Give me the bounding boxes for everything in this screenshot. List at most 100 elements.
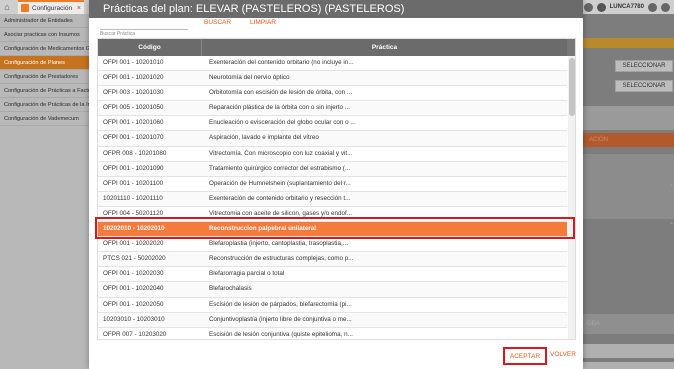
background-field <box>583 362 674 369</box>
cell-codigo: 10201110 - 10201110 <box>103 194 163 202</box>
cell-practica: Exenteración del contenido orbitario (no… <box>209 59 354 66</box>
table-row[interactable]: OFPI 001 - 10202040 Blefarochalasis <box>98 282 567 298</box>
sidebar-item[interactable]: Configuración de Prestadores <box>0 70 96 84</box>
cell-practica: Exenteración de contenido orbitario y re… <box>209 194 351 202</box>
column-header-codigo[interactable]: Código <box>98 39 202 56</box>
cell-practica: Escisión de lesión conjuntiva (quiste ep… <box>209 330 353 338</box>
sidebar: Administrador de Entidades Asociar practi… <box>0 14 96 369</box>
select-button-2[interactable]: SELECCIONAR <box>615 80 673 92</box>
cell-practica: Vitrectomia con aceite de silicon, gases… <box>209 209 353 217</box>
cell-codigo: OFPI 001 - 10202020 <box>103 240 164 248</box>
table-header: Código Práctica <box>98 39 575 56</box>
table-row[interactable]: OFPR 007 - 10203020 Escisión de lesión co… <box>98 327 567 339</box>
search-label: Buscar Práctica <box>100 31 136 37</box>
select-button-1[interactable]: SELECCIONAR <box>615 60 673 72</box>
sidebar-item[interactable]: Administrador de Entidades <box>0 14 96 28</box>
aceptar-button[interactable]: ACEPTAR <box>503 347 547 365</box>
cell-codigo: 10203010 - 10203010 <box>103 315 165 323</box>
sidebar-item[interactable]: Configuración de Vademecum <box>0 112 96 126</box>
user-name: LUNCA7780 <box>609 4 644 10</box>
cell-codigo: OFPI 001 - 10201100 <box>103 179 164 187</box>
cell-practica: Escisión de lesión de párpados, blefarec… <box>209 300 352 308</box>
column-header-practica[interactable]: Práctica <box>202 39 567 56</box>
table-row[interactable]: 10201110 - 10201110 Exenteración de conte… <box>98 191 567 207</box>
cell-codigo: OFPI 005 - 10201050 <box>103 104 164 112</box>
table-row[interactable]: PTCS 021 - 50202020 Reconstrucción de est… <box>98 252 567 268</box>
table-row[interactable]: OFPI 001 - 10201060 Enucleación o eviscer… <box>98 116 567 132</box>
background-panel <box>583 154 674 219</box>
table-row[interactable]: OFPR 008 - 10201080 Vitrectomía. Con micr… <box>98 146 567 162</box>
cell-practica: Operación de Humnelshein (suplantamiento… <box>209 179 351 187</box>
cell-codigo: OFPR 008 - 10201080 <box>103 149 167 157</box>
sidebar-item[interactable]: Asociar practicas con Insumos <box>0 28 96 42</box>
table-row[interactable]: OFPI 005 - 10201050 Reparación plástica d… <box>98 101 567 117</box>
scrollbar[interactable] <box>568 56 575 339</box>
cell-practica: Conjuntivoplastía (injerto libre de conj… <box>209 315 352 323</box>
cell-practica: Neurotomía del nervio óptico <box>209 74 290 82</box>
table-row[interactable]: OFPI 004 - 50201120 Vitrectomia con aceit… <box>98 206 567 223</box>
cell-practica: Reconstruccion palpebral unilateral <box>209 225 317 233</box>
sidebar-item[interactable]: Configuración de Prácticas de la In <box>0 98 96 112</box>
cell-codigo: OFPI 001 - 10201070 <box>103 134 164 142</box>
table-row[interactable]: OFPI 001 - 10201010 Exenteración del cont… <box>98 56 567 72</box>
limpiar-button[interactable]: LIMPIAR <box>250 19 276 26</box>
tab-label: Configuración <box>32 4 73 12</box>
table-row[interactable]: OFPI 001 - 10201070 Aspiración, lavado e … <box>98 131 567 147</box>
cell-codigo: OFPI 003 - 10201030 <box>103 89 164 97</box>
cell-practica: Orbitotomía con escisión de lesión de ór… <box>209 89 353 97</box>
info-icon[interactable] <box>583 2 593 12</box>
cell-practica: Reparación plástica de la órbita con o s… <box>209 104 351 112</box>
power-icon[interactable] <box>661 2 670 12</box>
background-band <box>583 38 674 48</box>
avatar[interactable] <box>596 2 606 12</box>
background-field <box>583 106 674 130</box>
cell-codigo: 10202010 - 10202010 <box>103 225 165 233</box>
background-field: GDA <box>583 314 674 334</box>
spinner-icon[interactable]: ⌃ <box>669 222 674 229</box>
cell-practica: Blefarorragia parcial o total <box>209 270 285 278</box>
cell-practica: Blefaroplastia (injerto, cantoplastia, t… <box>209 240 348 248</box>
table-row[interactable]: OFPI 003 - 10201030 Orbitotomía con escis… <box>98 86 567 102</box>
sidebar-item[interactable]: Configuración de Planes <box>0 56 96 70</box>
cell-codigo: OFPI 001 - 10201020 <box>103 74 164 82</box>
background-section-header: ACIÓN <box>583 133 674 147</box>
practicas-modal: Prácticas del plan: ELEVAR (PASTELEROS) … <box>89 0 583 369</box>
table-row[interactable]: 10203010 - 10203010 Conjuntivoplastía (in… <box>98 312 567 328</box>
gear-icon <box>21 4 29 12</box>
sidebar-item[interactable]: Configuración de Prácticas a Factu <box>0 84 96 98</box>
cell-codigo: OFPI 001 - 10201090 <box>103 164 164 172</box>
practicas-table: Código Práctica OFPI 001 - 10201010 Exent… <box>97 38 576 340</box>
table-row[interactable]: OFPI 001 - 10201100 Operación de Humnelsh… <box>98 176 567 192</box>
user-area: LUNCA7780 <box>583 0 670 14</box>
cell-codigo: OFPI 001 - 10202030 <box>103 270 164 278</box>
table-row[interactable]: OFPI 001 - 10202020 Blefaroplastia (injer… <box>98 237 567 253</box>
cell-practica: Enucleación o evisceración del globo ocu… <box>209 119 356 127</box>
header-scroll-cap <box>567 39 575 56</box>
sidebar-item[interactable]: Configuración de Medicamentos G <box>0 42 96 56</box>
modal-title: Prácticas del plan: ELEVAR (PASTELEROS) … <box>103 3 405 15</box>
settings-icon[interactable] <box>648 2 657 12</box>
table-body: OFPI 001 - 10201010 Exenteración del cont… <box>98 56 567 339</box>
house-icon[interactable]: ⌂ <box>2 2 12 12</box>
cell-practica: Vitrectomía. Con microscopio con luz coa… <box>209 149 353 157</box>
cell-codigo: OFPI 001 - 10202050 <box>103 300 164 308</box>
table-row[interactable]: OFPI 001 - 10201090 Tratamiento quirúrgic… <box>98 161 567 177</box>
cell-practica: Tratamiento quirúrgico corrector del est… <box>209 164 351 172</box>
cell-codigo: OFPI 001 - 10201010 <box>103 59 164 66</box>
buscar-button[interactable]: BUSCAR <box>204 19 231 26</box>
tab-configuracion[interactable]: Configuración × <box>18 0 84 14</box>
background-form: SELECCIONAR SELECCIONAR ACIÓN ⌃ ⌃ GDA <box>583 14 674 369</box>
scrollbar-thumb[interactable] <box>569 58 575 116</box>
volver-button[interactable]: VOLVER <box>550 351 576 358</box>
table-row[interactable]: OFPI 001 - 10201020 Neurotomía del nervio… <box>98 71 567 87</box>
table-row[interactable]: OFPI 001 - 10202050 Escisión de lesión de… <box>98 297 567 313</box>
cell-codigo: PTCS 021 - 50202020 <box>103 255 166 263</box>
spinner-icon[interactable]: ⌃ <box>669 184 674 191</box>
cell-codigo: OFPI 001 - 10202040 <box>103 285 164 293</box>
table-row-selected[interactable]: 10202010 - 10202010 Reconstruccion palpeb… <box>98 222 567 238</box>
search-input[interactable] <box>100 16 188 30</box>
close-icon[interactable]: × <box>77 5 81 12</box>
modal-footer: ACEPTAR VOLVER <box>89 342 583 369</box>
background-field <box>583 344 674 358</box>
table-row[interactable]: OFPI 001 - 10202030 Blefarorragia parcial… <box>98 267 567 283</box>
